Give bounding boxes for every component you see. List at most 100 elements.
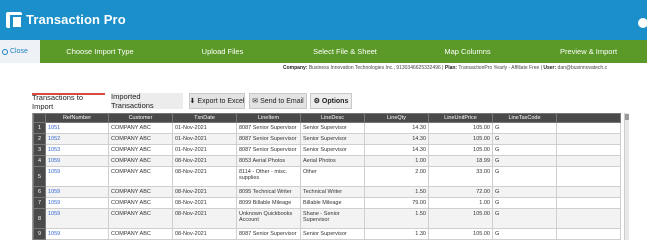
cell-date[interactable]: 08-Nov-2021 xyxy=(172,208,237,229)
cell-price[interactable]: 105.00 xyxy=(428,144,493,156)
cell-price[interactable]: 33.00 xyxy=(428,166,493,187)
cell-empty[interactable] xyxy=(556,186,621,198)
table-row[interactable]: 2 1052 COMPANY ABC 01-Nov-2021 8087 Senior S… xyxy=(33,133,621,145)
cell-empty[interactable] xyxy=(556,122,621,134)
table-row[interactable]: 9 1059 COMPANY ABC 08-Nov-2021 8087 Senior S… xyxy=(33,228,621,240)
cell-tax[interactable]: G xyxy=(492,186,557,198)
scrollbar-thumb[interactable] xyxy=(625,114,629,120)
cell-date[interactable]: 08-Nov-2021 xyxy=(172,228,237,240)
table-row[interactable]: 3 1053 COMPANY ABC 01-Nov-2021 8087 Senior S… xyxy=(33,144,621,156)
cell-cust[interactable]: COMPANY ABC xyxy=(108,186,173,198)
cell-ref[interactable]: 1059 xyxy=(45,208,109,229)
send-to-email-button[interactable]: ✉ Send to Email xyxy=(249,93,307,109)
cell-item[interactable]: Unknown Quickbooks Account xyxy=(236,208,301,229)
cell-price[interactable]: 105.00 xyxy=(428,228,493,240)
cell-date[interactable]: 08-Nov-2021 xyxy=(172,155,237,167)
cell-qty[interactable]: 1.50 xyxy=(364,208,429,229)
cell-desc[interactable]: Senior Supervisor xyxy=(300,144,365,156)
cell-date[interactable]: 01-Nov-2021 xyxy=(172,144,237,156)
cell-price[interactable]: 105.00 xyxy=(428,133,493,145)
column-header[interactable]: LineItem xyxy=(236,113,301,123)
cell-ref[interactable]: 1051 xyxy=(45,122,109,134)
column-header[interactable]: TxnDate xyxy=(172,113,237,123)
table-row[interactable]: 1 1051 COMPANY ABC 01-Nov-2021 8087 Senior S… xyxy=(33,122,621,134)
cell-tax[interactable]: G xyxy=(492,155,557,167)
table-row[interactable]: 5 1059 COMPANY ABC 08-Nov-2021 8114 - Other … xyxy=(33,166,621,187)
cell-cust[interactable]: COMPANY ABC xyxy=(108,155,173,167)
table-row[interactable]: 8 1059 COMPANY ABC 08-Nov-2021 Unknown Quick… xyxy=(33,208,621,229)
cell-empty[interactable] xyxy=(556,197,621,209)
cell-tax[interactable]: G xyxy=(492,133,557,145)
column-header[interactable] xyxy=(33,113,46,123)
column-header[interactable]: LineDesc xyxy=(300,113,365,123)
table-row[interactable]: 4 1059 COMPANY ABC 08-Nov-2021 8053 Aerial P… xyxy=(33,155,621,167)
cell-cust[interactable]: COMPANY ABC xyxy=(108,122,173,134)
column-header[interactable]: Customer xyxy=(108,113,173,123)
cell-cust[interactable]: COMPANY ABC xyxy=(108,208,173,229)
cell-price[interactable]: 18.99 xyxy=(428,155,493,167)
cell-tax[interactable]: G xyxy=(492,166,557,187)
cell-price[interactable]: 72.00 xyxy=(428,186,493,198)
cell-tax[interactable]: G xyxy=(492,208,557,229)
cell-tax[interactable]: G xyxy=(492,144,557,156)
cell-cust[interactable]: COMPANY ABC xyxy=(108,133,173,145)
cell-ref[interactable]: 1053 xyxy=(45,144,109,156)
cell-qty[interactable]: 1.50 xyxy=(364,186,429,198)
tab-imported-transactions[interactable]: Imported Transactions xyxy=(111,92,183,110)
cell-desc[interactable]: Shane - Senior Supervisor xyxy=(300,208,365,229)
cell-desc[interactable]: Senior Supervisor xyxy=(300,122,365,134)
cell-date[interactable]: 08-Nov-2021 xyxy=(172,197,237,209)
cell-item[interactable]: 8087 Senior Supervisor xyxy=(236,133,301,145)
cell-desc[interactable]: Other xyxy=(300,166,365,187)
cell-date[interactable]: 08-Nov-2021 xyxy=(172,186,237,198)
cell-empty[interactable] xyxy=(556,144,621,156)
cell-qty[interactable]: 14.30 xyxy=(364,144,429,156)
options-button[interactable]: ⚙ Options xyxy=(310,93,352,109)
tab-transactions-to-import[interactable]: Transactions to Import xyxy=(32,93,105,111)
cell-item[interactable]: 8099 Billable Mileage xyxy=(236,197,301,209)
step-choose-import-type[interactable]: Choose Import Type xyxy=(40,40,160,63)
step-preview-import[interactable]: Preview & Import xyxy=(530,40,647,63)
cell-tax[interactable]: G xyxy=(492,228,557,240)
cell-date[interactable]: 01-Nov-2021 xyxy=(172,133,237,145)
cell-qty[interactable]: 1.00 xyxy=(364,155,429,167)
cell-price[interactable]: 1.00 xyxy=(428,197,493,209)
column-header[interactable]: LineUnitPrice xyxy=(428,113,493,123)
column-header[interactable]: RefNumber xyxy=(45,113,109,123)
grid-vertical-scrollbar[interactable] xyxy=(624,113,629,240)
cell-item[interactable]: 8114 - Other - misc. supplies xyxy=(236,166,301,187)
cell-qty[interactable]: 14.30 xyxy=(364,122,429,134)
cell-empty[interactable] xyxy=(556,208,621,229)
cell-empty[interactable] xyxy=(556,155,621,167)
cell-item[interactable]: 8095 Technical Writer xyxy=(236,186,301,198)
cell-price[interactable]: 105.00 xyxy=(428,208,493,229)
cell-item[interactable]: 8087 Senior Supervisor xyxy=(236,122,301,134)
cell-qty[interactable]: 14.30 xyxy=(364,133,429,145)
column-header[interactable]: LineTaxCode xyxy=(492,113,557,123)
cell-ref[interactable]: 1059 xyxy=(45,186,109,198)
cell-date[interactable]: 01-Nov-2021 xyxy=(172,122,237,134)
cell-cust[interactable]: COMPANY ABC xyxy=(108,166,173,187)
close-button[interactable]: Close xyxy=(0,40,40,63)
cell-tax[interactable]: G xyxy=(492,122,557,134)
user-avatar[interactable] xyxy=(638,18,647,28)
cell-desc[interactable]: Billable Mileage xyxy=(300,197,365,209)
cell-desc[interactable]: Aerial Photos xyxy=(300,155,365,167)
column-header[interactable]: LineQty xyxy=(364,113,429,123)
cell-cust[interactable]: COMPANY ABC xyxy=(108,144,173,156)
cell-date[interactable]: 08-Nov-2021 xyxy=(172,166,237,187)
cell-cust[interactable]: COMPANY ABC xyxy=(108,197,173,209)
cell-desc[interactable]: Technical Writer xyxy=(300,186,365,198)
column-header[interactable] xyxy=(556,113,621,123)
cell-cust[interactable]: COMPANY ABC xyxy=(108,228,173,240)
cell-qty[interactable]: 1.30 xyxy=(364,228,429,240)
cell-desc[interactable]: Senior Supervisor xyxy=(300,133,365,145)
cell-qty[interactable]: 79.00 xyxy=(364,197,429,209)
cell-item[interactable]: 8087 Senior Supervisor xyxy=(236,144,301,156)
cell-ref[interactable]: 1052 xyxy=(45,133,109,145)
table-row[interactable]: 6 1059 COMPANY ABC 08-Nov-2021 8095 Technica… xyxy=(33,186,621,198)
cell-item[interactable]: 8087 Senior Supervisor xyxy=(236,228,301,240)
cell-empty[interactable] xyxy=(556,228,621,240)
cell-empty[interactable] xyxy=(556,166,621,187)
cell-ref[interactable]: 1059 xyxy=(45,197,109,209)
